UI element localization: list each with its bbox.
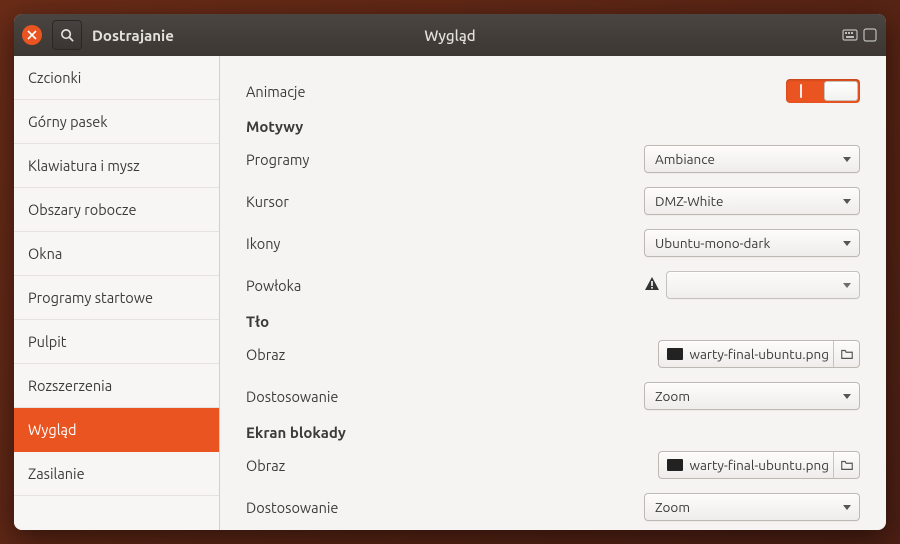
shell-label: Powłoka xyxy=(246,277,644,294)
content-area: Animacje Motywy Programy Ambiance Kursor xyxy=(220,56,886,530)
animations-label: Animacje xyxy=(246,83,786,100)
sidebar-item[interactable]: Klawiatura i mysz xyxy=(14,144,219,188)
chevron-down-icon xyxy=(843,241,851,246)
bg-image-chooser[interactable]: warty-final-ubuntu.png xyxy=(658,340,860,368)
sidebar-item[interactable]: Górny pasek xyxy=(14,100,219,144)
close-icon xyxy=(27,30,37,40)
sidebar-item[interactable]: Zasilanie xyxy=(14,452,219,496)
programs-label: Programy xyxy=(246,151,644,168)
app-title: Dostrajanie xyxy=(92,27,174,44)
window-menu-icon[interactable] xyxy=(862,27,878,43)
sidebar: CzcionkiGórny pasekKlawiatura i myszObsz… xyxy=(14,56,220,530)
section-lock: Ekran blokady xyxy=(246,424,860,441)
window-close-button[interactable] xyxy=(22,25,42,45)
tweaks-window: Dostrajanie Wygląd CzcionkiGórny pasekKl… xyxy=(14,14,886,530)
icons-label: Ikony xyxy=(246,235,644,252)
chevron-down-icon xyxy=(843,505,851,510)
cursor-label: Kursor xyxy=(246,193,644,210)
shell-warning-icon xyxy=(644,276,660,295)
search-button[interactable] xyxy=(52,20,82,50)
chevron-down-icon xyxy=(843,157,851,162)
image-thumbnail-icon xyxy=(667,459,683,471)
programs-combo[interactable]: Ambiance xyxy=(644,145,860,173)
image-thumbnail-icon xyxy=(667,348,683,360)
sidebar-item[interactable]: Okna xyxy=(14,232,219,276)
chevron-down-icon xyxy=(843,283,851,288)
cursor-combo[interactable]: DMZ-White xyxy=(644,187,860,215)
file-open-icon xyxy=(833,341,859,367)
sidebar-item[interactable]: Pulpit xyxy=(14,320,219,364)
animations-switch[interactable] xyxy=(786,79,860,103)
sidebar-item[interactable]: Czcionki xyxy=(14,56,219,100)
icons-combo[interactable]: Ubuntu-mono-dark xyxy=(644,229,860,257)
sidebar-item[interactable]: Rozszerzenia xyxy=(14,364,219,408)
file-open-icon xyxy=(833,452,859,478)
chevron-down-icon xyxy=(843,199,851,204)
bg-fit-label: Dostosowanie xyxy=(246,388,644,405)
bg-image-label: Obraz xyxy=(246,346,644,363)
chevron-down-icon xyxy=(843,394,851,399)
bg-fit-combo[interactable]: Zoom xyxy=(644,382,860,410)
titlebar: Dostrajanie Wygląd xyxy=(14,14,886,56)
search-icon xyxy=(60,28,75,43)
sidebar-item[interactable]: Wygląd xyxy=(14,408,219,452)
lock-fit-combo[interactable]: Zoom xyxy=(644,493,860,521)
lock-fit-label: Dostosowanie xyxy=(246,499,644,516)
sidebar-item[interactable]: Programy startowe xyxy=(14,276,219,320)
keyboard-indicator-icon[interactable] xyxy=(842,27,858,43)
section-background: Tło xyxy=(246,313,860,330)
lock-image-label: Obraz xyxy=(246,457,644,474)
shell-combo[interactable] xyxy=(666,271,860,299)
lock-image-chooser[interactable]: warty-final-ubuntu.png xyxy=(658,451,860,479)
section-themes: Motywy xyxy=(246,118,860,135)
sidebar-item[interactable]: Obszary robocze xyxy=(14,188,219,232)
